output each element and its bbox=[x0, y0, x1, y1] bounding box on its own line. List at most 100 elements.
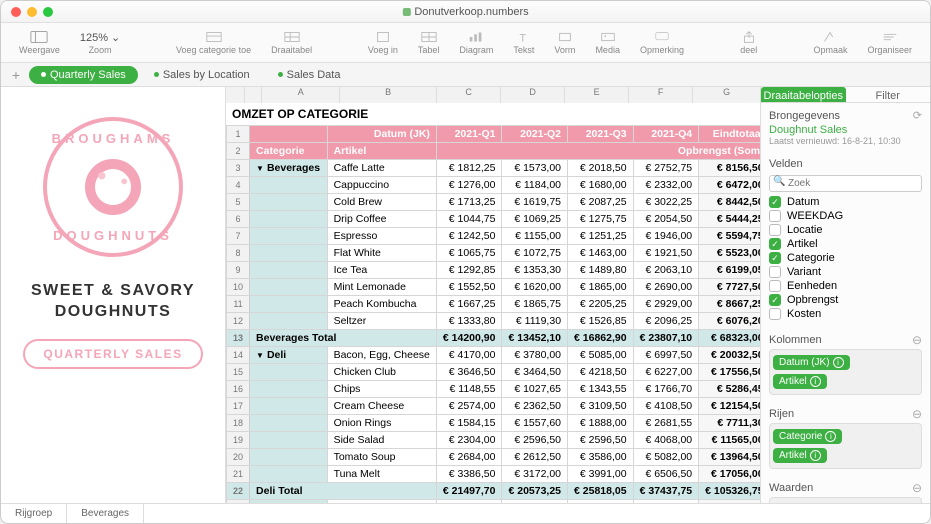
cell[interactable] bbox=[250, 398, 328, 415]
cell[interactable]: € 2690,00 bbox=[633, 279, 699, 296]
cell[interactable]: € 1680,00 bbox=[568, 177, 634, 194]
cell[interactable]: € 2681,55 bbox=[633, 415, 699, 432]
col-header[interactable]: F bbox=[628, 87, 692, 103]
add-category-button[interactable]: Voeg categorie toe bbox=[176, 30, 251, 55]
cell[interactable]: ▼Deli bbox=[250, 347, 328, 364]
cell[interactable] bbox=[250, 432, 328, 449]
source-link[interactable]: Doughnut Sales bbox=[769, 124, 922, 136]
cell[interactable]: 2021-Q1 bbox=[436, 126, 502, 143]
pill[interactable]: Categorie i bbox=[773, 429, 842, 444]
cell[interactable] bbox=[250, 313, 328, 330]
shape-button[interactable]: Vorm bbox=[554, 30, 575, 55]
cell[interactable]: ▼Beverages bbox=[250, 160, 328, 177]
sheet-tab[interactable]: Sales by Location bbox=[142, 66, 262, 84]
cell[interactable]: € 5523,00 bbox=[699, 245, 760, 262]
cell[interactable]: € 1552,50 bbox=[436, 279, 502, 296]
pill[interactable]: Datum (JK) i bbox=[773, 355, 850, 370]
cell[interactable]: € 6227,00 bbox=[633, 364, 699, 381]
footer-beverages[interactable]: Beverages bbox=[67, 504, 144, 523]
cell[interactable]: Drip Coffee bbox=[327, 211, 436, 228]
cell[interactable] bbox=[250, 415, 328, 432]
cell[interactable]: Seltzer bbox=[327, 313, 436, 330]
cell[interactable]: € 23807,10 bbox=[633, 330, 699, 347]
cell[interactable]: € 1242,50 bbox=[436, 228, 502, 245]
minimize-icon[interactable] bbox=[27, 7, 37, 17]
media-button[interactable]: Media bbox=[595, 30, 620, 55]
cell[interactable]: € 1184,00 bbox=[502, 177, 568, 194]
cell[interactable]: Tomato Soup bbox=[327, 449, 436, 466]
cell[interactable]: € 3386,50 bbox=[436, 466, 502, 483]
cell[interactable]: € 16862,90 bbox=[568, 330, 634, 347]
cell[interactable]: Categorie bbox=[250, 143, 328, 160]
cell[interactable]: Eindtotaal bbox=[699, 126, 760, 143]
cell[interactable]: € 2205,25 bbox=[568, 296, 634, 313]
cell[interactable]: € 2574,00 bbox=[436, 398, 502, 415]
sheet-tab[interactable]: Quarterly Sales bbox=[29, 66, 138, 84]
cell[interactable]: € 20032,50 bbox=[699, 347, 760, 364]
cell[interactable]: € 6506,50 bbox=[633, 466, 699, 483]
col-header[interactable]: B bbox=[339, 87, 436, 103]
cell[interactable]: € 17056,00 bbox=[699, 466, 760, 483]
cell[interactable]: € 4218,50 bbox=[568, 364, 634, 381]
cell[interactable]: € 2087,25 bbox=[568, 194, 634, 211]
cell[interactable]: € 2018,50 bbox=[568, 160, 634, 177]
columns-well[interactable]: Datum (JK) iArtikel i bbox=[769, 349, 922, 395]
cell[interactable]: € 2596,50 bbox=[568, 432, 634, 449]
cell[interactable] bbox=[250, 211, 328, 228]
rows-collapse-icon[interactable]: ⊖ bbox=[912, 407, 922, 421]
cell[interactable]: € 3109,50 bbox=[568, 398, 634, 415]
cell[interactable]: € 1888,00 bbox=[568, 415, 634, 432]
add-sheet-button[interactable]: + bbox=[7, 67, 25, 83]
cell[interactable]: € 7711,30 bbox=[699, 415, 760, 432]
cell[interactable]: € 1119,30 bbox=[502, 313, 568, 330]
cell[interactable] bbox=[250, 279, 328, 296]
cell[interactable]: € 5594,75 bbox=[699, 228, 760, 245]
cell[interactable]: € 1275,75 bbox=[568, 211, 634, 228]
cell[interactable]: Deli Total bbox=[250, 483, 437, 500]
cell[interactable]: € 1333,80 bbox=[436, 313, 502, 330]
cell[interactable]: € 105326,75 bbox=[699, 483, 760, 500]
cell[interactable]: € 3464,50 bbox=[502, 364, 568, 381]
cell[interactable]: € 1251,25 bbox=[568, 228, 634, 245]
cell[interactable]: Cappuccino bbox=[327, 177, 436, 194]
quarterly-sales-button[interactable]: QUARTERLY SALES bbox=[23, 339, 202, 369]
cell[interactable] bbox=[250, 381, 328, 398]
cell[interactable]: Mint Lemonade bbox=[327, 279, 436, 296]
cell[interactable]: € 1667,25 bbox=[436, 296, 502, 313]
cell[interactable]: € 2362,50 bbox=[502, 398, 568, 415]
cell[interactable]: € 6199,05 bbox=[699, 262, 760, 279]
footer-rowgroup[interactable]: Rijgroep bbox=[1, 504, 67, 523]
cell[interactable] bbox=[250, 466, 328, 483]
cell[interactable] bbox=[250, 449, 328, 466]
cell[interactable] bbox=[250, 245, 328, 262]
cell[interactable]: € 2684,00 bbox=[436, 449, 502, 466]
cell[interactable]: € 13452,10 bbox=[502, 330, 568, 347]
cell[interactable]: Cold Brew bbox=[327, 194, 436, 211]
cell[interactable] bbox=[250, 262, 328, 279]
cell[interactable]: € 21497,70 bbox=[436, 483, 502, 500]
cell[interactable]: Artikel bbox=[327, 143, 436, 160]
col-header[interactable]: E bbox=[564, 87, 628, 103]
cell[interactable]: € 1072,75 bbox=[502, 245, 568, 262]
cell[interactable]: € 1276,00 bbox=[436, 177, 502, 194]
cell[interactable]: Tuna Melt bbox=[327, 466, 436, 483]
cell[interactable]: € 1292,85 bbox=[436, 262, 502, 279]
cell[interactable]: € 2596,50 bbox=[502, 432, 568, 449]
zoom-control[interactable]: 125% ⌄ Zoom bbox=[80, 31, 120, 55]
cell[interactable]: 2021-Q3 bbox=[568, 126, 634, 143]
cell[interactable]: € 1489,80 bbox=[568, 262, 634, 279]
cell[interactable]: € 1584,15 bbox=[436, 415, 502, 432]
cell[interactable]: € 4170,00 bbox=[436, 347, 502, 364]
cell[interactable]: € 2096,25 bbox=[633, 313, 699, 330]
field-categorie[interactable]: ✓Categorie bbox=[769, 251, 922, 265]
cell[interactable]: Flat White bbox=[327, 245, 436, 262]
cell[interactable]: € 1557,60 bbox=[502, 415, 568, 432]
cell[interactable]: € 1766,70 bbox=[633, 381, 699, 398]
cell[interactable]: € 25818,05 bbox=[568, 483, 634, 500]
col-header[interactable]: A bbox=[261, 87, 339, 103]
cell[interactable]: € 1946,00 bbox=[633, 228, 699, 245]
cell[interactable]: Peach Kombucha bbox=[327, 296, 436, 313]
cell[interactable]: € 8156,50 bbox=[699, 160, 760, 177]
values-collapse-icon[interactable]: ⊖ bbox=[912, 481, 922, 495]
table-button[interactable]: Tabel bbox=[418, 30, 440, 55]
